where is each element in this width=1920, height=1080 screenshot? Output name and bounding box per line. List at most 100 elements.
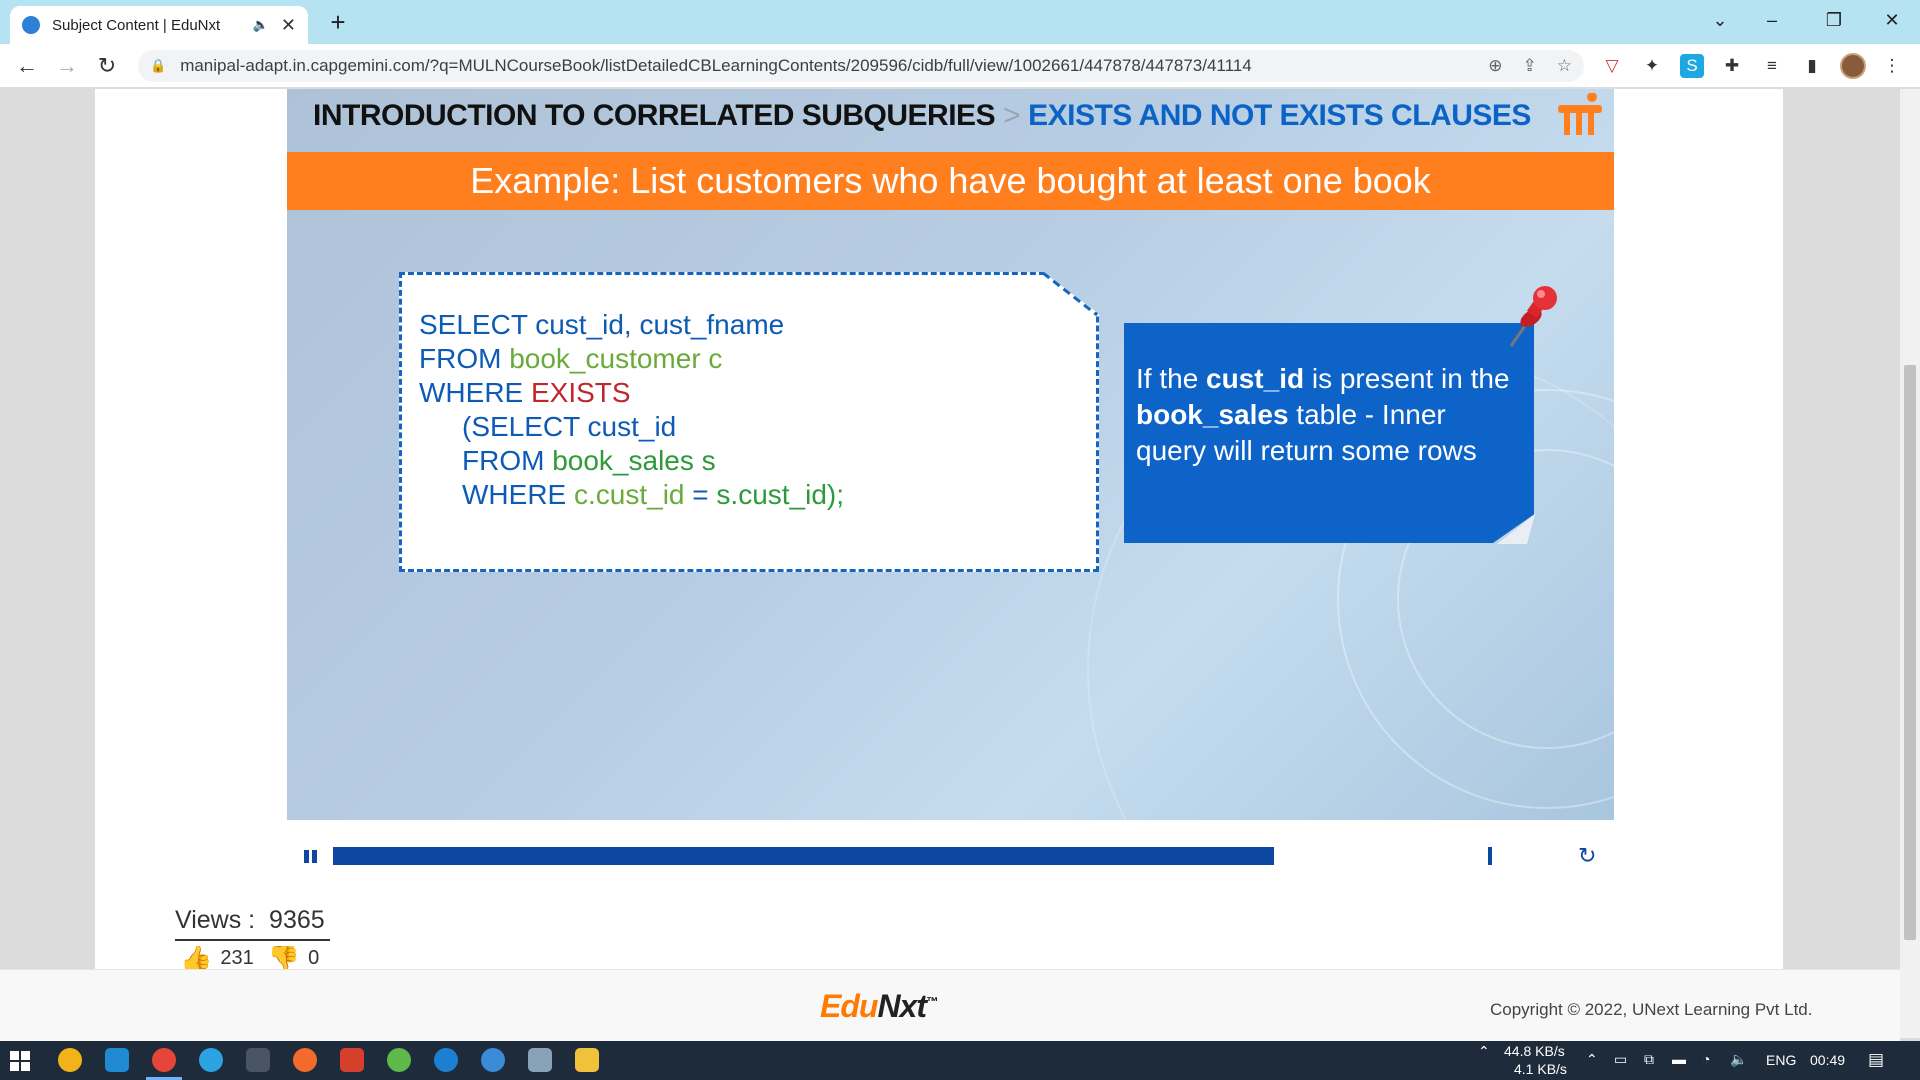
- side-panel-icon[interactable]: ▮: [1800, 54, 1824, 78]
- powerpoint-icon[interactable]: [340, 1048, 364, 1072]
- reload-icon[interactable]: ↻: [92, 51, 122, 81]
- tray-app-icon[interactable]: ▭: [1614, 1051, 1627, 1068]
- likes-count: 231: [220, 946, 254, 969]
- reactions-row: 👍 231 👎 0: [180, 946, 319, 970]
- explanation-note: If the cust_id is present in the book_sa…: [1124, 323, 1534, 543]
- minimize-button[interactable]: –: [1752, 4, 1792, 36]
- code-keyword: FROM: [462, 445, 553, 476]
- code-keyword: WHERE: [419, 377, 531, 408]
- app-icon[interactable]: [246, 1048, 270, 1072]
- language-indicator[interactable]: ENG: [1766, 1052, 1796, 1068]
- zoom-icon[interactable]: ⊕: [1488, 56, 1502, 76]
- network-down-speed: 44.8 KB/s: [1504, 1043, 1565, 1059]
- extension-icon[interactable]: ✦: [1640, 54, 1664, 78]
- manipal-logo-icon: [1558, 93, 1602, 135]
- note-text: is present in the: [1304, 363, 1510, 394]
- dislikes-count: 0: [308, 946, 320, 969]
- edunxt-logo: EduNxt™: [820, 988, 938, 1025]
- browser-tab[interactable]: Subject Content | EduNxt 🔈 ✕: [10, 6, 308, 44]
- note-bold: book_sales: [1136, 399, 1289, 430]
- note-text: If the: [1136, 363, 1207, 394]
- tab-title: Subject Content | EduNxt: [52, 16, 221, 34]
- page-footer: EduNxt™ Copyright © 2022, UNext Learning…: [0, 969, 1900, 1041]
- brand-trademark: ™: [926, 994, 938, 1009]
- wifi-icon[interactable]: ◔: [1702, 1051, 1710, 1067]
- network-up-speed: 4.1 KB/s: [1514, 1061, 1567, 1077]
- copyright-text: Copyright © 2022, UNext Learning Pvt Ltd…: [1490, 1000, 1813, 1019]
- code-column: c.cust_id: [574, 479, 685, 510]
- code-table: book_customer c: [509, 343, 723, 374]
- menu-kebab-icon[interactable]: ⋮: [1880, 54, 1904, 78]
- pushpin-icon: [1509, 286, 1557, 347]
- slide-breadcrumb: INTRODUCTION TO CORRELATED SUBQUERIES > EX…: [313, 99, 1531, 133]
- views-value: 9365: [269, 906, 325, 934]
- tab-search-chevron-icon[interactable]: ⌄: [1700, 4, 1740, 36]
- browser-icon[interactable]: [434, 1048, 458, 1072]
- edunxt-favicon-icon: [22, 16, 40, 34]
- code-operator: =: [684, 479, 717, 510]
- media-controls-icon[interactable]: ≡: [1760, 54, 1784, 78]
- brand-part-b: Nxt: [877, 988, 927, 1024]
- restore-button[interactable]: ❐: [1814, 4, 1854, 36]
- puzzle-extensions-icon[interactable]: ✚: [1720, 54, 1744, 78]
- new-tab-button[interactable]: +: [322, 6, 354, 38]
- close-tab-icon[interactable]: ✕: [281, 15, 296, 36]
- address-bar[interactable]: 🔒 manipal-adapt.in.capgemini.com/?q=MULN…: [138, 50, 1584, 82]
- clock[interactable]: 00:49: [1810, 1052, 1845, 1068]
- example-banner: Example: List customers who have bought …: [287, 152, 1614, 210]
- windows-taskbar: ⌃ 44.8 KB/s 4.1 KB/s ⌃ ▭ ⧉ ▬ ◔ 🔈 ENG 00:…: [0, 1041, 1920, 1080]
- back-arrow-icon[interactable]: ←: [12, 51, 42, 81]
- thumbs-down-icon[interactable]: 👎: [268, 946, 300, 970]
- sql-code-box: SELECT cust_id, cust_fname FROM book_cus…: [399, 272, 1099, 572]
- browser-titlebar: Subject Content | EduNxt 🔈 ✕ + ⌄ – ❐ ✕: [0, 0, 1920, 44]
- brand-part-a: Edu: [820, 988, 878, 1024]
- breadcrumb-main: INTRODUCTION TO CORRELATED SUBQUERIES: [313, 99, 996, 132]
- replay-icon[interactable]: ↻: [1578, 843, 1596, 869]
- bookmark-star-icon[interactable]: ☆: [1557, 56, 1572, 76]
- breadcrumb-separator: >: [1003, 99, 1021, 132]
- note-page-curl: [1497, 514, 1535, 544]
- vscode-icon[interactable]: [105, 1048, 129, 1072]
- volume-icon[interactable]: 🔈: [1730, 1051, 1747, 1068]
- profile-avatar[interactable]: [1840, 53, 1866, 79]
- windows-start-icon[interactable]: [10, 1051, 30, 1071]
- code-keyword: FROM: [419, 343, 510, 374]
- utorrent-icon[interactable]: [387, 1048, 411, 1072]
- meet-icon[interactable]: ⧉: [1644, 1051, 1654, 1068]
- code-box-corner: [1042, 272, 1098, 317]
- close-window-button[interactable]: ✕: [1872, 4, 1912, 36]
- tray-chevron-icon[interactable]: ⌃: [1478, 1043, 1490, 1060]
- chrome-icon[interactable]: [58, 1048, 82, 1072]
- share-icon[interactable]: ⇪: [1523, 56, 1537, 76]
- browser-toolbar: ← → ↻ 🔒 manipal-adapt.in.capgemini.com/?…: [0, 44, 1920, 88]
- thumbs-up-icon[interactable]: 👍: [180, 946, 212, 970]
- lesson-slide: INTRODUCTION TO CORRELATED SUBQUERIES > EX…: [287, 89, 1614, 820]
- photos-icon[interactable]: [528, 1048, 552, 1072]
- show-hidden-icons[interactable]: ⌃: [1586, 1051, 1598, 1068]
- note-bold: cust_id: [1206, 363, 1305, 394]
- code-exists: EXISTS: [531, 377, 631, 408]
- code-line-6: WHERE c.cust_id = s.cust_id);: [462, 475, 844, 515]
- breadcrumb-sub: EXISTS AND NOT EXISTS CLAUSES: [1028, 99, 1531, 132]
- battery-icon[interactable]: ▬: [1672, 1051, 1686, 1067]
- url-text[interactable]: manipal-adapt.in.capgemini.com/?q=MULNCo…: [180, 56, 1468, 76]
- telegram-icon[interactable]: [199, 1048, 223, 1072]
- lock-icon[interactable]: 🔒: [150, 58, 166, 74]
- code-keyword: WHERE: [462, 479, 574, 510]
- pause-icon[interactable]: [302, 847, 320, 865]
- views-count: Views : 9365: [175, 906, 330, 941]
- file-explorer-icon[interactable]: [575, 1048, 599, 1072]
- video-progress-bar[interactable]: [333, 847, 1274, 865]
- scrollbar-thumb[interactable]: [1904, 365, 1916, 940]
- postman-icon[interactable]: [293, 1048, 317, 1072]
- forward-arrow-icon[interactable]: →: [52, 51, 82, 81]
- chrome-active-icon[interactable]: [152, 1048, 176, 1072]
- code-table: book_sales s: [552, 445, 716, 476]
- pocket-extension-icon[interactable]: ▽: [1600, 54, 1624, 78]
- speaker-icon[interactable]: 🔈: [253, 17, 269, 33]
- edge-icon[interactable]: [481, 1048, 505, 1072]
- s-extension-icon[interactable]: S: [1680, 54, 1704, 78]
- notifications-icon[interactable]: ▤: [1868, 1050, 1884, 1070]
- views-label: Views :: [175, 906, 256, 934]
- progress-end-marker[interactable]: [1488, 847, 1492, 865]
